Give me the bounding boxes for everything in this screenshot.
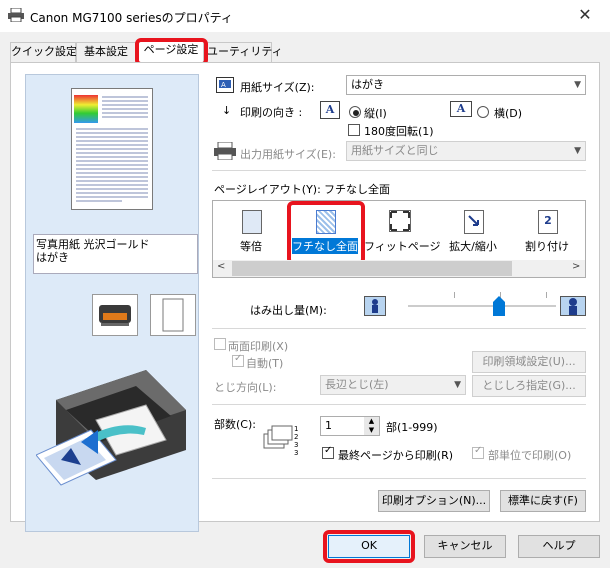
portrait-radio[interactable]	[349, 106, 361, 118]
portrait-icon: A	[320, 101, 340, 119]
collate-checkbox[interactable]: ✓	[472, 445, 484, 459]
extension-track[interactable]	[408, 305, 556, 307]
chevron-down-icon: ▼	[574, 146, 581, 156]
printer-icon	[214, 141, 236, 161]
scroll-left-icon[interactable]: <	[217, 261, 225, 272]
layout-page-layout[interactable]: 2 割り付け	[512, 206, 582, 260]
layout-normal[interactable]: 等倍	[216, 206, 286, 260]
highlight-borderless	[287, 201, 365, 265]
layout-scaled[interactable]: 拡大/縮小	[438, 206, 508, 260]
divider	[212, 170, 586, 171]
help-button[interactable]: ヘルプ	[518, 535, 600, 558]
binding-value: 長辺とじ(左)	[325, 378, 389, 391]
tab-quick-setup[interactable]: クイック設定	[10, 42, 77, 62]
svg-text:3: 3	[294, 449, 298, 457]
extension-slider-thumb[interactable]	[493, 296, 505, 316]
print-last-first-checkbox[interactable]: ✓	[322, 445, 334, 459]
divider	[212, 404, 586, 405]
spin-up-icon[interactable]: ▲	[364, 417, 379, 426]
copies-label: 部数(C):	[214, 418, 256, 431]
chevron-down-icon: ▼	[574, 80, 581, 90]
print-area-setup-button[interactable]: 印刷領域設定(U)...	[472, 351, 586, 373]
page-size-dropdown[interactable]: はがき ▼	[346, 75, 586, 95]
landscape-icon: A	[450, 101, 472, 117]
copies-range: 部(1-999)	[386, 421, 438, 434]
landscape-label: 横(D)	[494, 107, 523, 120]
tab-main[interactable]: 基本設定	[76, 42, 136, 62]
window-title: Canon MG7100 seriesのプロパティ	[30, 11, 233, 25]
layout-fit-page[interactable]: フィットページ	[364, 206, 441, 260]
output-size-value: 用紙サイズと同じ	[351, 144, 439, 157]
cancel-button[interactable]: キャンセル	[424, 535, 506, 558]
copies-value: 1	[325, 419, 332, 432]
svg-text:1: 1	[294, 425, 298, 433]
chevron-down-icon: ▼	[454, 380, 461, 390]
svg-text:A: A	[221, 81, 226, 89]
page-preview	[71, 88, 153, 210]
scaled-icon	[464, 210, 484, 234]
output-size-label: 出力用紙サイズ(E):	[240, 148, 336, 161]
binding-margin-button[interactable]: とじしろ指定(G)...	[472, 375, 586, 397]
layout-normal-label: 等倍	[240, 240, 262, 253]
scrollbar-thumb[interactable]	[232, 261, 512, 276]
normal-size-icon	[242, 210, 262, 234]
collate-label: 部単位で印刷(O)	[488, 449, 572, 462]
svg-text:2: 2	[294, 433, 298, 441]
page-layout-label: ページレイアウト(Y):	[214, 183, 321, 196]
extension-min-icon	[364, 296, 386, 316]
layout-page-layout-label: 割り付け	[525, 240, 569, 253]
divider	[212, 478, 586, 479]
copies-icon: 1233	[262, 422, 302, 458]
output-size-dropdown[interactable]: 用紙サイズと同じ ▼	[346, 141, 586, 161]
tick-mark	[546, 292, 547, 298]
duplex-label: 両面印刷(X)	[228, 340, 289, 353]
printer-app-icon	[8, 7, 24, 23]
highlight-ok	[323, 530, 415, 563]
page-size-value: はがき	[351, 78, 384, 91]
landscape-radio[interactable]	[477, 106, 489, 118]
print-last-first-label: 最終ページから印刷(R)	[338, 449, 454, 462]
divider	[212, 328, 586, 329]
binding-label: とじ方向(L):	[214, 381, 277, 394]
spin-down-icon[interactable]: ▼	[364, 426, 379, 435]
portrait-label: 縦(I)	[364, 107, 387, 120]
print-options-button[interactable]: 印刷オプション(N)...	[378, 490, 490, 512]
auto-duplex-label: 自動(T)	[246, 357, 284, 370]
down-arrow-icon: ↓	[222, 104, 232, 117]
binding-dropdown[interactable]: 長辺とじ(左) ▼	[320, 375, 466, 395]
page-size-label: 用紙サイズ(Z):	[240, 81, 315, 94]
extension-label: はみ出し量(M):	[250, 304, 327, 317]
paper-source-button[interactable]	[92, 294, 138, 336]
layout-fit-page-label: フィットページ	[364, 240, 441, 253]
duplex-checkbox[interactable]	[214, 338, 226, 350]
auto-duplex-checkbox[interactable]: ✓	[232, 353, 244, 367]
extension-max-icon	[560, 296, 586, 316]
rotate180-checkbox[interactable]	[348, 124, 360, 136]
defaults-button[interactable]: 標準に戻す(F)	[500, 490, 586, 512]
scroll-right-icon[interactable]: >	[572, 261, 580, 272]
media-info-text: 写真用紙 光沢ゴールド はがき	[36, 238, 150, 264]
tab-maintenance[interactable]: ユーティリティ	[206, 42, 283, 62]
page-size-icon: A	[216, 77, 234, 93]
printer-illustration	[35, 350, 196, 490]
close-icon[interactable]: ✕	[572, 4, 598, 26]
layout-scaled-label: 拡大/縮小	[449, 240, 497, 253]
svg-text:3: 3	[294, 441, 298, 449]
page-layout-value: フチなし全面	[324, 183, 390, 196]
rotate180-label: 180度回転(1)	[364, 125, 434, 138]
tick-mark	[454, 292, 455, 298]
page-layout-icon: 2	[538, 210, 558, 234]
fit-page-icon	[389, 210, 411, 232]
orientation-label: 印刷の向き :	[240, 106, 303, 119]
paper-view-button[interactable]	[150, 294, 196, 336]
